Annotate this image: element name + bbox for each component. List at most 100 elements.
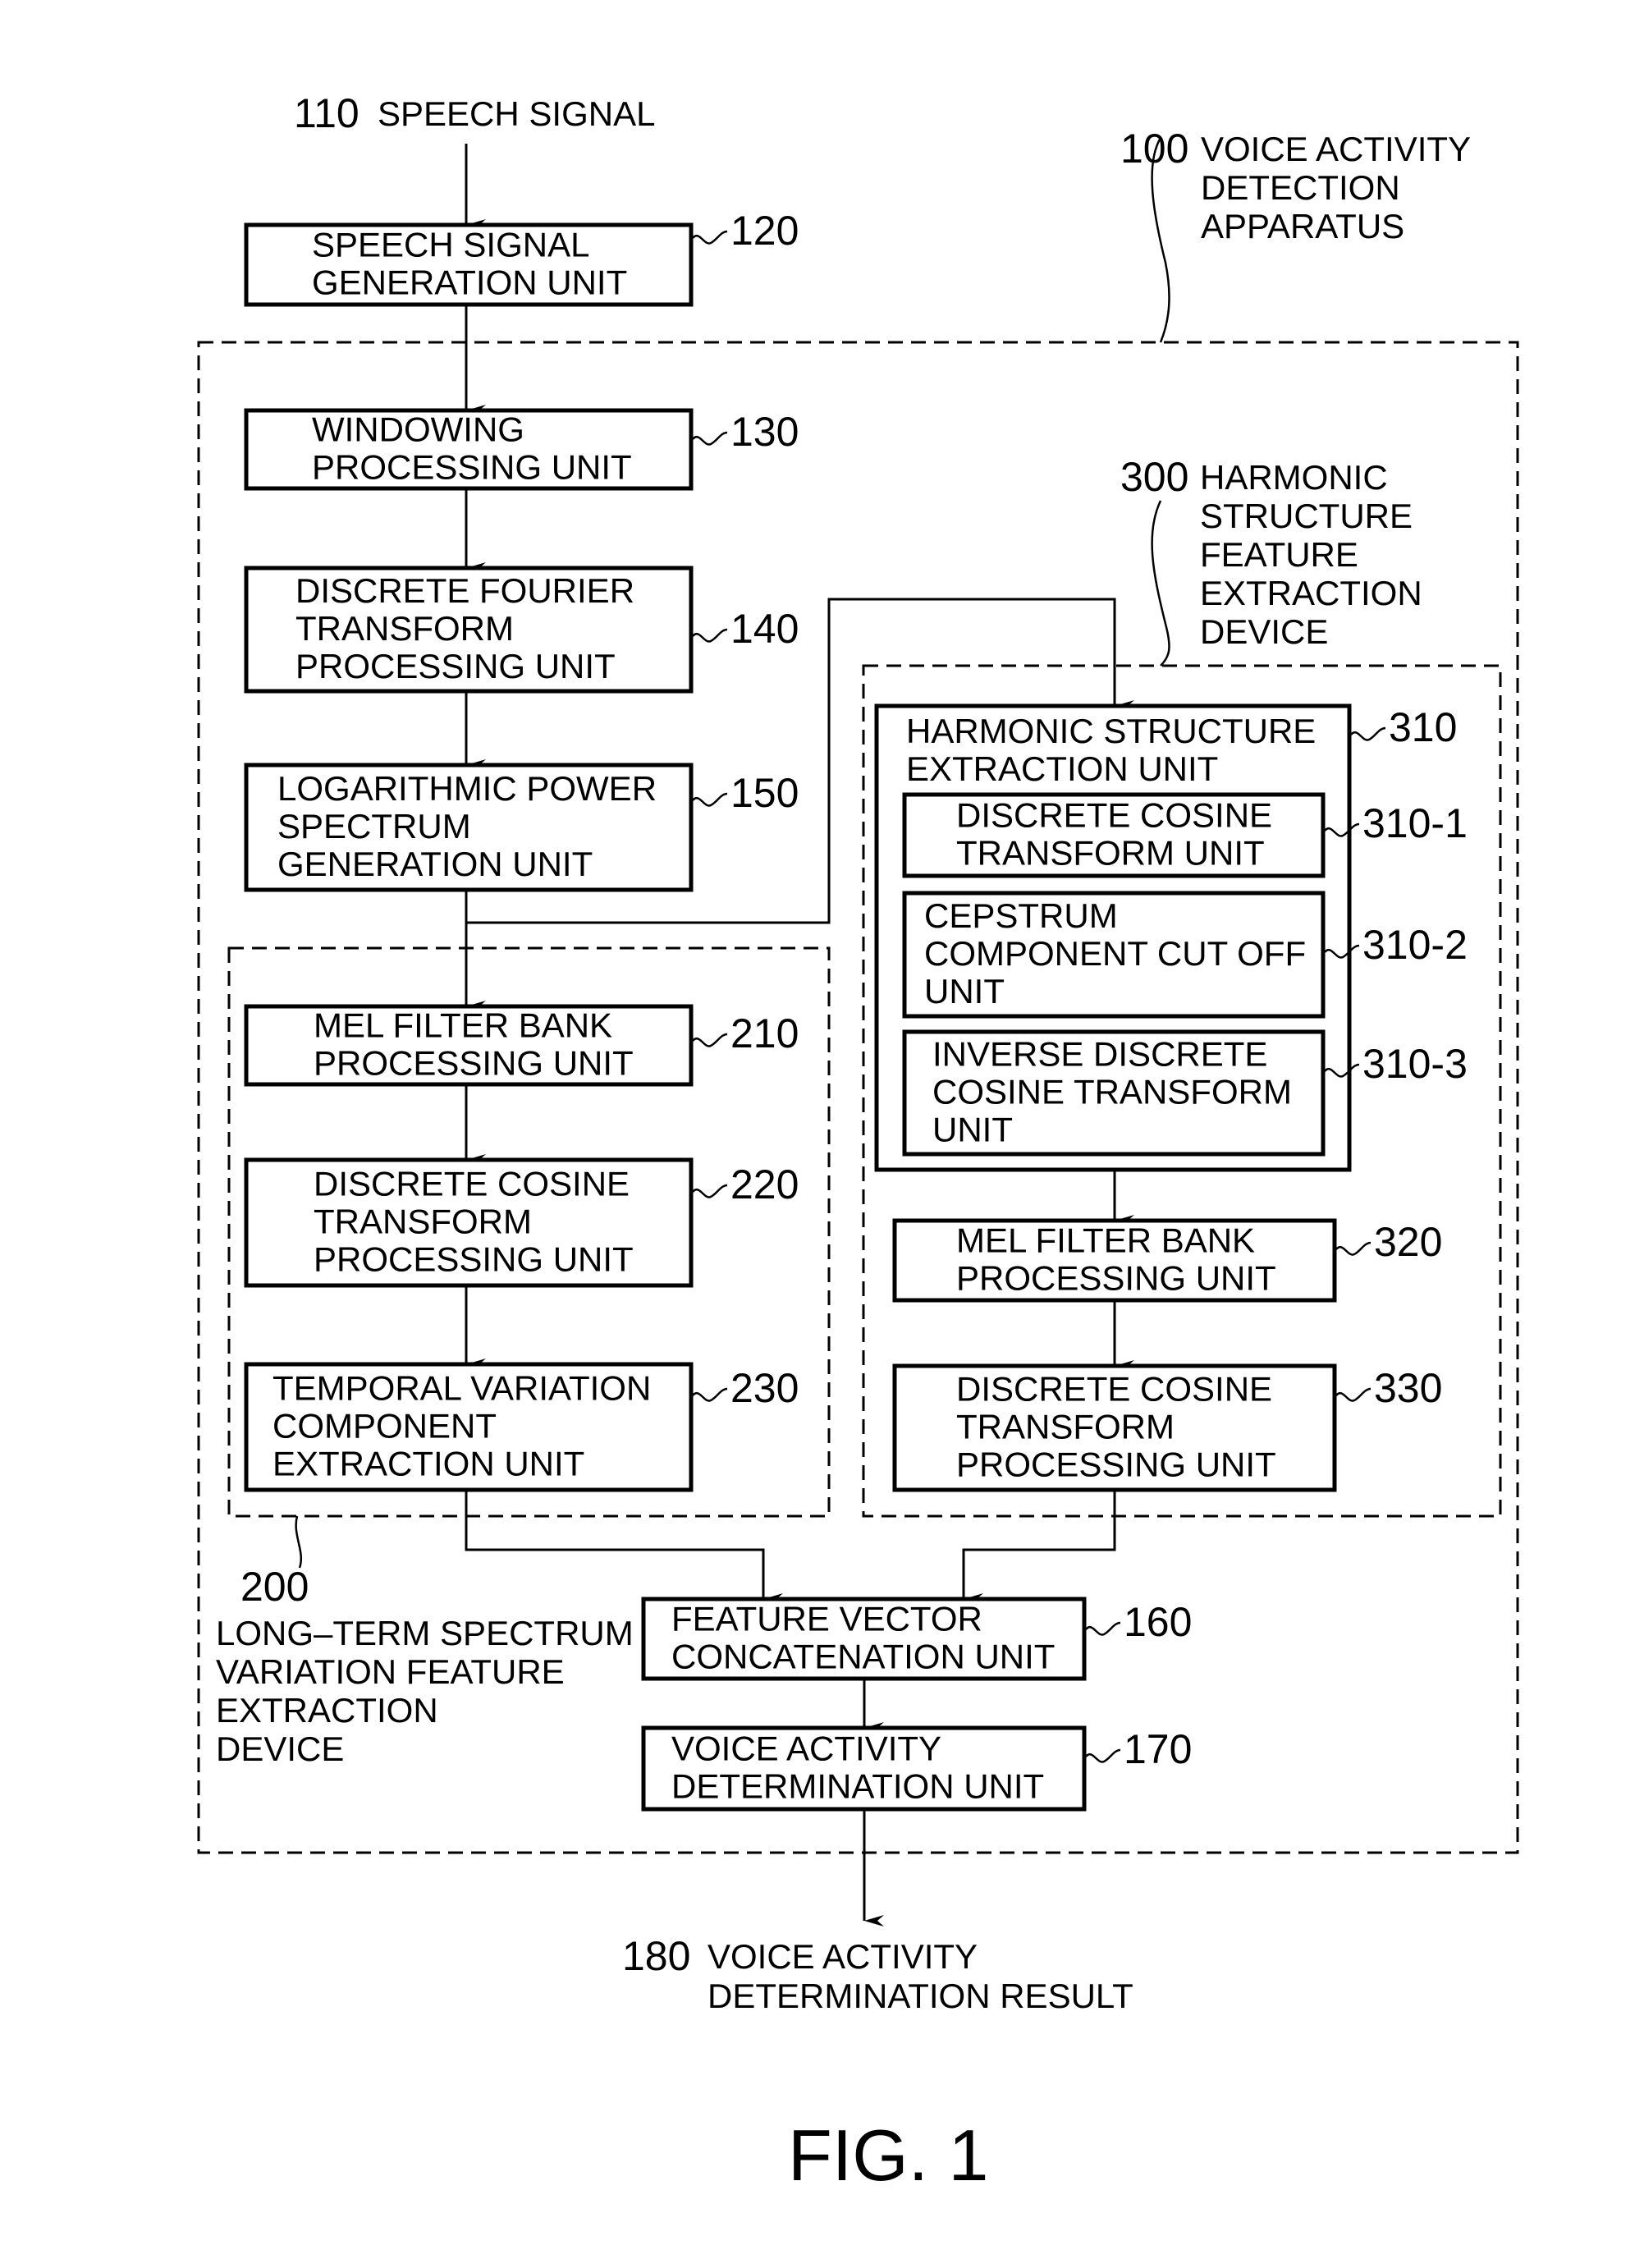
block-310-1-label-line2: TRANSFORM UNIT [956,834,1265,873]
block-220-label-line3: PROCESSING UNIT [314,1240,634,1279]
leader-220 [692,1184,728,1198]
leader-120 [692,230,728,245]
block-diagram: SPEECH SIGNALGENERATION UNIT120WINDOWING… [197,90,1519,2196]
long-term-ref: 200 [240,1564,309,1610]
blocks: SPEECH SIGNALGENERATION UNIT120WINDOWING… [244,208,1468,1812]
harmonic-label-line3: FEATURE [1200,535,1358,574]
block-210: MEL FILTER BANKPROCESSING UNIT 210 [244,1004,799,1087]
leader-200 [295,1515,303,1569]
figure-label: FIG. 1 [788,2115,989,2196]
apparatus-label-line2: DETECTION [1201,168,1400,207]
apparatus-ref: 100 [1120,126,1188,172]
block-220-label-line1: DISCRETE COSINE [314,1165,630,1203]
harmonic-label-line4: EXTRACTION [1200,574,1422,612]
harmonic-label-line1: HARMONIC [1200,458,1388,497]
block-320-label-line2: PROCESSING UNIT [956,1259,1276,1298]
block-220-ref: 220 [730,1161,799,1207]
long-term-label-line4: DEVICE [216,1730,344,1768]
leader-170 [1085,1748,1121,1763]
leader-160 [1085,1621,1121,1636]
block-330-label-line1: DISCRETE COSINE [956,1370,1272,1409]
block-170-label-line1: VOICE ACTIVITY [671,1730,941,1768]
block-310-1: DISCRETE COSINETRANSFORM UNIT 310-1 [902,792,1468,878]
block-310-2: CEPSTRUMCOMPONENT CUT OFFUNIT 310-2 [902,891,1468,1019]
block-130-label-line1: WINDOWING [312,410,524,449]
block-210-ref: 210 [730,1010,799,1056]
leader-330 [1335,1387,1372,1402]
block-150-label-line3: GENERATION UNIT [277,845,593,883]
long-term-label-line1: LONG–TERM SPECTRUM [216,1614,634,1652]
block-170-ref: 170 [1124,1726,1192,1772]
block-320: MEL FILTER BANKPROCESSING UNIT 320 [892,1218,1442,1303]
leader-310 [1350,726,1386,741]
harmonic-label-line2: STRUCTURE [1200,497,1413,535]
block-130-label-line2: PROCESSING UNIT [312,448,632,487]
block-150: LOGARITHMIC POWERSPECTRUMGENERATION UNIT… [244,763,799,892]
apparatus-label-line3: APPARATUS [1201,207,1404,245]
block-120-ref: 120 [730,208,799,254]
leader-130 [692,431,728,446]
block-210-label-line1: MEL FILTER BANK [314,1006,612,1045]
block-160-label-line2: CONCATENATION UNIT [671,1638,1055,1676]
block-120-label-line1: SPEECH SIGNAL [312,226,589,264]
block-140-label-line1: DISCRETE FOURIER [295,571,634,610]
block-330-label-line3: PROCESSING UNIT [956,1446,1276,1484]
block-170: VOICE ACTIVITYDETERMINATION UNIT 170 [641,1725,1192,1812]
block-330: DISCRETE COSINETRANSFORMPROCESSING UNIT 3… [892,1363,1442,1492]
harmonic-ref: 300 [1120,454,1188,500]
block-310-2-label-line2: COMPONENT CUT OFF [924,934,1306,973]
block-320-label-line1: MEL FILTER BANK [956,1221,1255,1260]
block-130: WINDOWINGPROCESSING UNIT 130 [244,408,799,491]
block-150-ref: 150 [730,770,799,816]
block-310-2-label-line1: CEPSTRUM [924,896,1118,935]
block-320-ref: 320 [1374,1219,1442,1265]
block-230-label-line3: EXTRACTION UNIT [272,1445,584,1483]
output-label-line2: DETERMINATION RESULT [708,1977,1133,2015]
leader-320 [1335,1241,1372,1256]
block-230-ref: 230 [730,1365,799,1411]
block-230: TEMPORAL VARIATIONCOMPONENTEXTRACTION UN… [244,1362,799,1492]
block-150-label-line2: SPECTRUM [277,807,471,845]
long-term-label-line3: EXTRACTION [216,1691,438,1730]
block-310-1-label-line1: DISCRETE COSINE [956,796,1272,835]
arrow-330-to-160 [962,1490,1116,1605]
input-label: SPEECH SIGNAL [378,94,655,133]
block-230-label-line2: COMPONENT [272,1407,497,1446]
block-310-3-label-line1: INVERSE DISCRETE [932,1035,1267,1074]
block-330-label-line2: TRANSFORM [956,1408,1175,1446]
block-160-label-line1: FEATURE VECTOR [671,1600,982,1638]
arrow-230-to-160 [465,1490,783,1605]
leader-230 [692,1387,728,1402]
block-140-label-line2: TRANSFORM [295,609,514,648]
block-140-label-line3: PROCESSING UNIT [295,647,616,685]
block-230-label-line1: TEMPORAL VARIATION [272,1369,651,1408]
input-ref: 110 [294,90,359,136]
leader-150 [692,792,728,807]
output-label-line1: VOICE ACTIVITY [708,1937,978,1976]
block-310-2-label-line3: UNIT [924,972,1005,1010]
block-220-label-line2: TRANSFORM [314,1203,532,1241]
block-120-label-line2: GENERATION UNIT [312,263,627,302]
block-310-label-line2: EXTRACTION UNIT [906,749,1218,788]
block-160-ref: 160 [1124,1599,1192,1645]
block-170-label-line2: DETERMINATION UNIT [671,1767,1044,1806]
block-210-label-line2: PROCESSING UNIT [314,1044,634,1083]
output-ref: 180 [622,1933,690,1979]
leader-300 [1151,500,1170,667]
block-310-3-label-line2: COSINE TRANSFORM [932,1073,1292,1111]
leader-140 [692,628,728,643]
block-310-1-ref: 310-1 [1362,800,1468,846]
block-120: SPEECH SIGNALGENERATION UNIT 120 [244,208,799,307]
block-140-ref: 140 [730,606,799,652]
long-term-label-line2: VARIATION FEATURE [216,1652,565,1691]
block-310-3: INVERSE DISCRETECOSINE TRANSFORMUNIT 310-… [902,1029,1468,1157]
block-310-3-label-line3: UNIT [932,1111,1013,1149]
harmonic-label-line5: DEVICE [1200,612,1328,651]
block-310-3-ref: 310-3 [1362,1041,1468,1087]
block-330-ref: 330 [1374,1365,1442,1411]
block-310-2-ref: 310-2 [1362,922,1468,968]
leader-210 [692,1033,728,1047]
block-130-ref: 130 [730,409,799,455]
block-310-ref: 310 [1389,704,1457,750]
block-220: DISCRETE COSINETRANSFORMPROCESSING UNIT 2… [244,1157,799,1288]
